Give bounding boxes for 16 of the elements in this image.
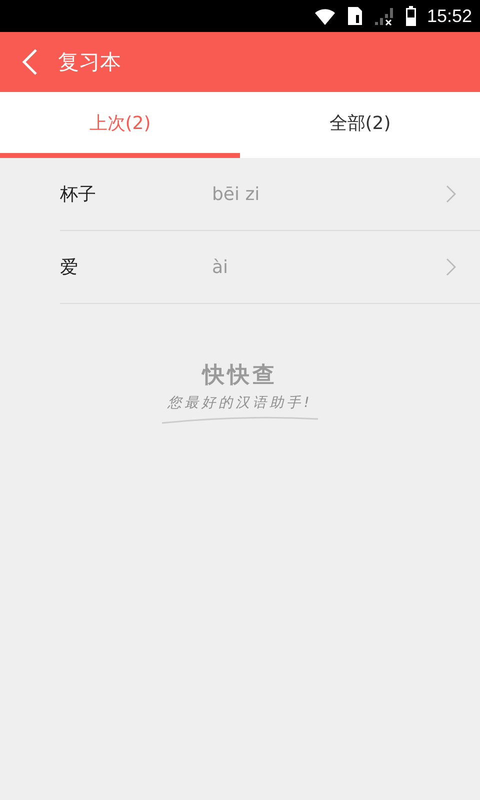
status-time: 15:52 bbox=[426, 6, 472, 26]
word-text: 爱 bbox=[60, 256, 79, 279]
battery-icon bbox=[404, 6, 417, 26]
word-row[interactable]: 爱 ài bbox=[60, 231, 480, 304]
logo-name: 快快查 bbox=[202, 361, 278, 390]
chevron-icon bbox=[446, 185, 456, 203]
word-row[interactable]: 杯子 bēi zi bbox=[60, 158, 480, 231]
word-text: 杯子 bbox=[60, 183, 97, 206]
sim-card-icon bbox=[346, 6, 363, 26]
app-title: 复习本 bbox=[58, 49, 121, 76]
logo-slogan: 您最好的汉语助手! bbox=[168, 394, 312, 412]
pinyin-text: ài bbox=[212, 256, 230, 278]
signal-icon bbox=[372, 6, 395, 26]
wifi-icon bbox=[312, 7, 337, 25]
chevron-icon bbox=[446, 258, 456, 276]
pinyin-text: bēi zi bbox=[212, 184, 261, 204]
